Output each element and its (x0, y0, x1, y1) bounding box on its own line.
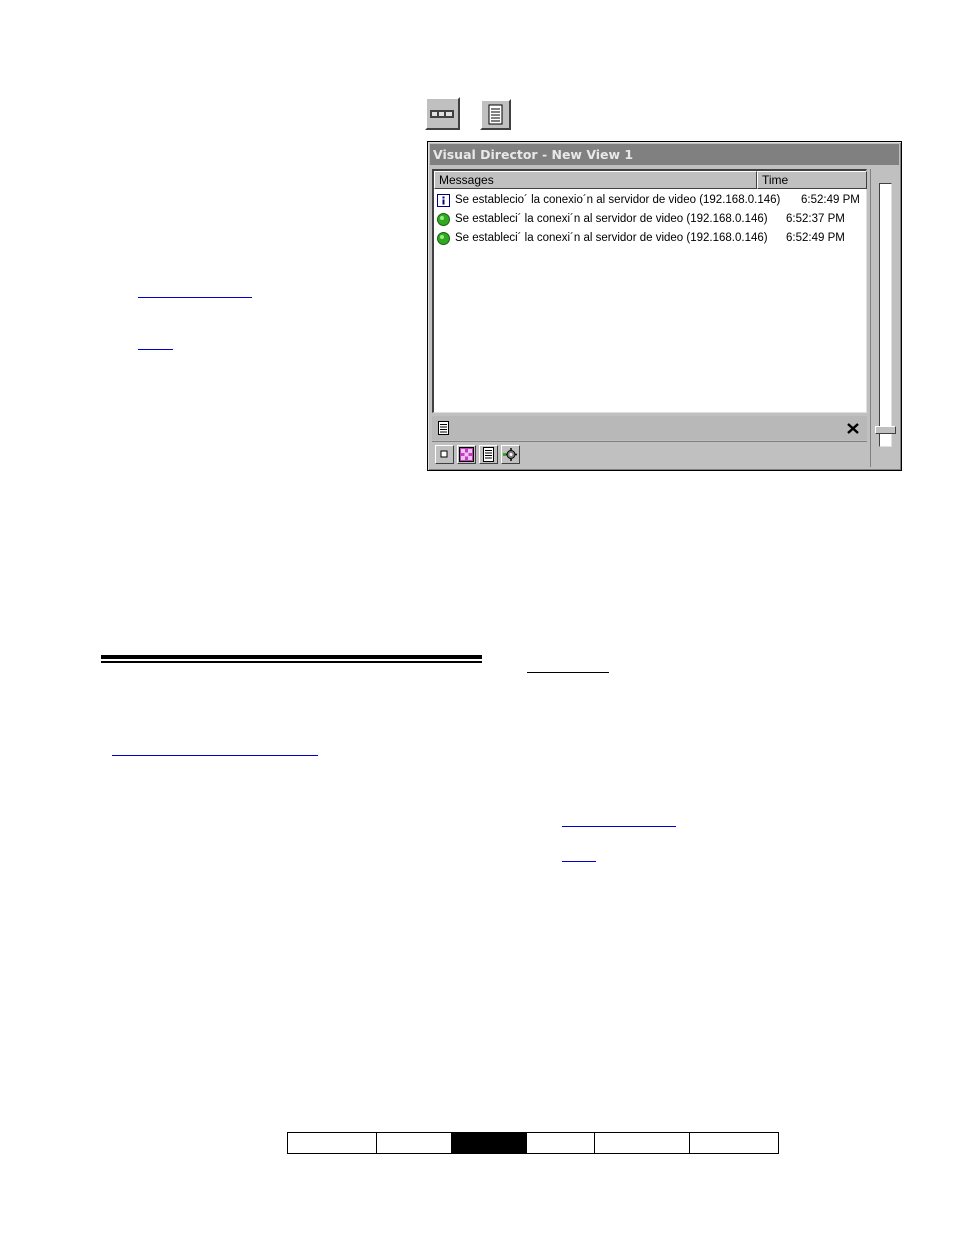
visual-director-window: Visual Director - New View 1 Messages Ti… (427, 141, 902, 471)
footer-nav-cell-active[interactable] (452, 1133, 527, 1153)
view-strip-button[interactable] (425, 97, 460, 130)
bottom-toolbar (432, 441, 867, 467)
hyperlink[interactable] (562, 861, 596, 862)
message-row[interactable]: Se establecio´ la conexio´n al servidor … (437, 191, 865, 210)
vertical-scrollbar[interactable] (870, 169, 899, 467)
message-time: 6:52:49 PM (786, 232, 845, 244)
single-view-icon (440, 450, 448, 458)
footer-navigation (287, 1132, 779, 1154)
column-header-time[interactable]: Time (757, 171, 867, 189)
single-view-button[interactable] (435, 445, 454, 464)
footer-nav-cell[interactable] (690, 1133, 778, 1153)
footer-nav-cell[interactable] (595, 1133, 690, 1153)
message-log-toggle-button[interactable] (479, 445, 498, 464)
info-icon (437, 194, 450, 207)
camera-settings-icon (503, 448, 517, 461)
grid-view-button[interactable] (457, 445, 476, 464)
message-log-icon[interactable] (438, 421, 450, 436)
message-log-icon (483, 447, 494, 462)
status-bar (432, 416, 867, 440)
message-text: Se estableci´ la conexi´n al servidor de… (455, 232, 768, 244)
view-strip-icon (430, 110, 454, 118)
message-time: 6:52:49 PM (801, 194, 860, 206)
close-icon[interactable] (847, 423, 859, 434)
footer-nav-cell[interactable] (527, 1133, 595, 1153)
heading-underline (527, 672, 609, 673)
scrollbar-track[interactable] (879, 183, 892, 447)
footer-nav-cell[interactable] (377, 1133, 452, 1153)
green-status-icon (437, 232, 450, 245)
camera-settings-button[interactable] (501, 445, 520, 464)
hyperlink[interactable] (562, 826, 676, 827)
message-row[interactable]: Se estableci´ la conexi´n al servidor de… (437, 229, 865, 248)
message-row[interactable]: Se estableci´ la conexi´n al servidor de… (437, 210, 865, 229)
scrollbar-thumb[interactable] (875, 426, 896, 434)
message-log-icon (488, 104, 503, 125)
green-status-icon (437, 213, 450, 226)
column-header-messages[interactable]: Messages (434, 171, 757, 189)
message-text: Se establecio´ la conexio´n al servidor … (455, 194, 781, 206)
message-text: Se estableci´ la conexi´n al servidor de… (455, 213, 768, 225)
message-list[interactable]: Messages Time Se establecio´ la conexio´… (432, 169, 867, 413)
footer-nav-cell[interactable] (288, 1133, 377, 1153)
message-time: 6:52:37 PM (786, 213, 845, 225)
section-heading-rule (101, 655, 482, 659)
hyperlink[interactable] (112, 755, 318, 756)
section-heading-rule-thin (101, 661, 482, 663)
message-log-button[interactable] (480, 99, 511, 130)
hyperlink[interactable] (138, 349, 173, 350)
grid-view-icon (459, 447, 474, 462)
hyperlink[interactable] (138, 297, 252, 298)
window-title[interactable]: Visual Director - New View 1 (430, 144, 899, 165)
